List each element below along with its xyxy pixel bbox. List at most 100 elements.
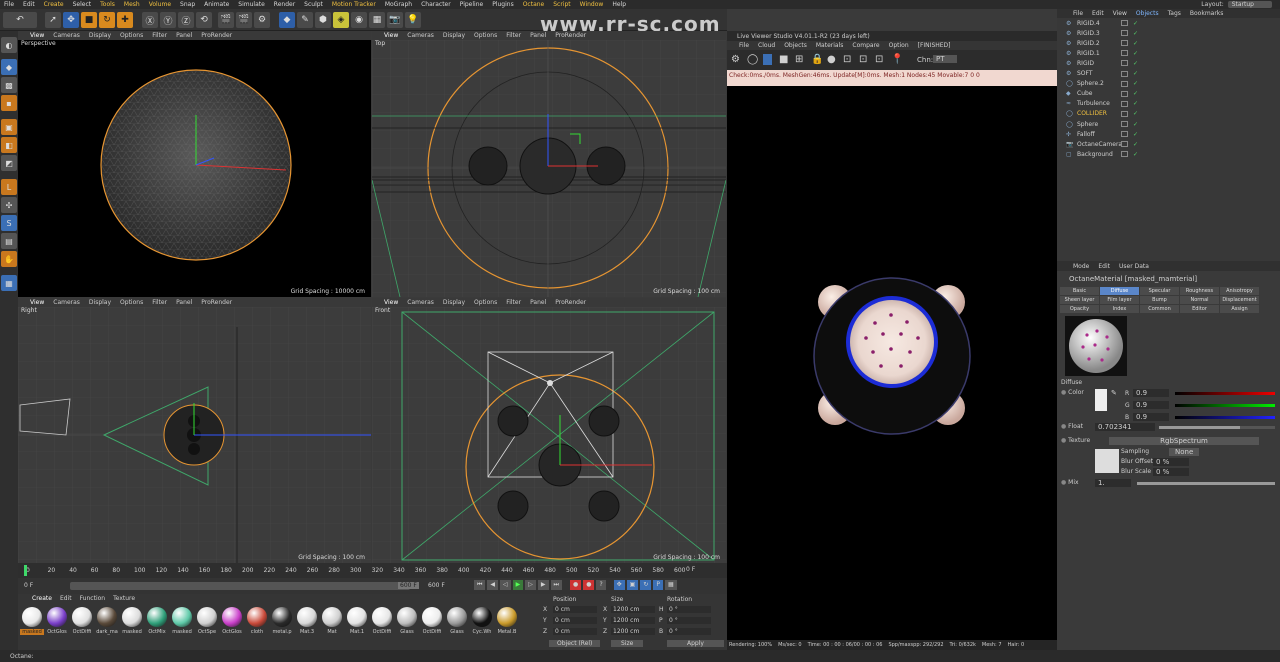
menu-help[interactable]: Help <box>612 1 626 8</box>
rotation-key-icon[interactable]: ↻ <box>640 580 652 590</box>
layer-icon[interactable] <box>1121 131 1128 138</box>
layer-icon[interactable] <box>1121 121 1128 127</box>
snap-icon[interactable]: S <box>1 215 17 231</box>
mix-slider[interactable] <box>1137 482 1275 485</box>
menu-volume[interactable]: Volume <box>149 1 171 8</box>
pla-key-icon[interactable]: ▦ <box>664 580 677 590</box>
object-name[interactable]: Sphere.2 <box>1077 80 1104 87</box>
sampling-select[interactable]: None <box>1169 448 1200 456</box>
blur-scale-input[interactable]: 0 % <box>1153 468 1189 476</box>
points-mode-icon[interactable]: ▪ <box>1 95 17 111</box>
vp-menu-prorender[interactable]: ProRender <box>555 299 586 306</box>
material-swatch[interactable]: OctGlos <box>45 607 69 635</box>
param-key-icon[interactable]: P <box>653 580 663 590</box>
material-swatch[interactable]: masked <box>170 607 194 635</box>
object-name[interactable]: RIGID.1 <box>1077 50 1100 57</box>
material-swatch[interactable]: masked <box>20 607 44 635</box>
undo-button[interactable]: ↶ <box>3 12 37 28</box>
lv-menu-materials[interactable]: Materials <box>816 42 844 49</box>
select-tool-icon[interactable]: ➚ <box>45 12 61 28</box>
tab-basic[interactable]: Basic <box>1060 287 1099 295</box>
coord-size-input[interactable]: 1200 cm <box>611 617 655 624</box>
eyedropper-icon[interactable]: ✎ <box>1111 389 1117 397</box>
step-back-icon[interactable]: ◁ <box>500 580 511 590</box>
layer-icon[interactable] <box>1121 30 1128 37</box>
rotate-tool-icon[interactable]: ↻ <box>99 12 115 28</box>
axis-tool-icon[interactable]: ✚ <box>117 12 133 28</box>
mat-menu-texture[interactable]: Texture <box>113 595 135 602</box>
lv-menu-file[interactable]: File <box>739 42 749 49</box>
paint-icon[interactable]: ✋ <box>1 251 17 267</box>
apply-button[interactable]: Apply <box>667 640 724 647</box>
menu-simulate[interactable]: Simulate <box>238 1 265 8</box>
layer-icon[interactable] <box>1121 40 1128 47</box>
b-input[interactable]: 0.9 <box>1133 413 1169 421</box>
object-row[interactable]: ◆ Cube ✓ <box>1057 89 1280 99</box>
menu-mograph[interactable]: MoGraph <box>385 1 412 8</box>
cloner-icon[interactable]: ◈ <box>333 12 349 28</box>
material-swatch[interactable]: Metal.B <box>495 607 519 635</box>
visibility-check-icon[interactable]: ✓ <box>1133 110 1138 117</box>
om-menu-edit[interactable]: Edit <box>1092 10 1104 17</box>
visibility-check-icon[interactable]: ✓ <box>1133 100 1138 107</box>
object-row[interactable]: ◯ COLLIDER ✓ <box>1057 109 1280 119</box>
x-axis-lock-button[interactable]: Ⓧ <box>142 12 158 28</box>
record-icon[interactable]: ● <box>569 580 582 590</box>
visibility-check-icon[interactable]: ✓ <box>1133 50 1138 57</box>
object-name[interactable]: RIGID.4 <box>1077 20 1100 27</box>
object-name[interactable]: RIGID.2 <box>1077 40 1100 47</box>
workplane-icon[interactable]: ▤ <box>1 233 17 249</box>
vp-menu-display[interactable]: Display <box>443 32 465 39</box>
step-forward-icon[interactable]: ▷ <box>525 580 536 590</box>
tab-roughness[interactable]: Roughness <box>1180 287 1219 295</box>
light-icon[interactable]: 💡 <box>405 12 421 28</box>
material-swatch[interactable]: Glass <box>445 607 469 635</box>
material-swatch[interactable]: OctDiffi <box>70 607 94 635</box>
deformer-icon[interactable]: ◉ <box>351 12 367 28</box>
menu-create[interactable]: Create <box>44 1 64 8</box>
model-mode-icon[interactable]: ◆ <box>1 59 17 75</box>
menu-mesh[interactable]: Mesh <box>124 1 140 8</box>
vp-menu-panel[interactable]: Panel <box>176 299 192 306</box>
coord-size-select[interactable]: Size <box>611 640 644 647</box>
material-swatch[interactable]: cloth <box>245 607 269 635</box>
axis-mode-icon[interactable]: L <box>1 179 17 195</box>
object-name[interactable]: RIGID <box>1077 60 1094 67</box>
vp-menu-options[interactable]: Options <box>120 299 143 306</box>
menu-file[interactable]: File <box>4 1 14 8</box>
menu-character[interactable]: Character <box>421 1 451 8</box>
object-name[interactable]: Background <box>1077 151 1113 158</box>
visibility-check-icon[interactable]: ✓ <box>1133 30 1138 37</box>
object-name[interactable]: RIGID.3 <box>1077 30 1100 37</box>
layer-icon[interactable] <box>1121 90 1128 97</box>
frame-range-slider[interactable] <box>70 582 410 590</box>
vp-menu-cameras[interactable]: Cameras <box>407 299 434 306</box>
lv-menu-objects[interactable]: Objects <box>784 42 807 49</box>
object-row[interactable]: ≈ Turbulence ✓ <box>1057 99 1280 109</box>
layer-icon[interactable] <box>1121 80 1128 87</box>
pin-icon[interactable]: 📍 <box>891 54 903 65</box>
object-row[interactable]: ⚙ RIGID.1 ✓ <box>1057 48 1280 58</box>
coord-position-input[interactable]: 0 cm <box>553 617 597 624</box>
grid-icon[interactable]: ▦ <box>1 275 17 291</box>
blur-offset-input[interactable]: 0 % <box>1153 458 1189 466</box>
vp-menu-view[interactable]: View <box>30 299 44 306</box>
viewport-right[interactable]: View Cameras Display Options Filter Pane… <box>18 298 371 563</box>
sphere-icon[interactable]: ● <box>827 54 836 65</box>
lv-menu-compare[interactable]: Compare <box>852 42 879 49</box>
pick-focus-icon[interactable]: ⊡ <box>843 54 851 65</box>
polygons-mode-icon[interactable]: ◧ <box>1 137 17 153</box>
next-key-icon[interactable]: ▶ <box>537 580 549 590</box>
material-swatch[interactable]: metal.p <box>270 607 294 635</box>
range-end[interactable]: 600 F <box>398 582 419 589</box>
visibility-check-icon[interactable]: ✓ <box>1133 90 1138 97</box>
vp-menu-view[interactable]: View <box>30 32 44 39</box>
visibility-check-icon[interactable]: ✓ <box>1133 80 1138 87</box>
settings-icon[interactable]: ⚙ <box>731 54 740 65</box>
tab-common[interactable]: Common <box>1140 305 1179 313</box>
make-editable-icon[interactable]: ◐ <box>1 37 17 53</box>
menu-animate[interactable]: Animate <box>204 1 229 8</box>
menu-select[interactable]: Select <box>73 1 92 8</box>
object-row[interactable]: ⚙ RIGID.3 ✓ <box>1057 28 1280 38</box>
material-swatch[interactable]: Mat.3 <box>295 607 319 635</box>
